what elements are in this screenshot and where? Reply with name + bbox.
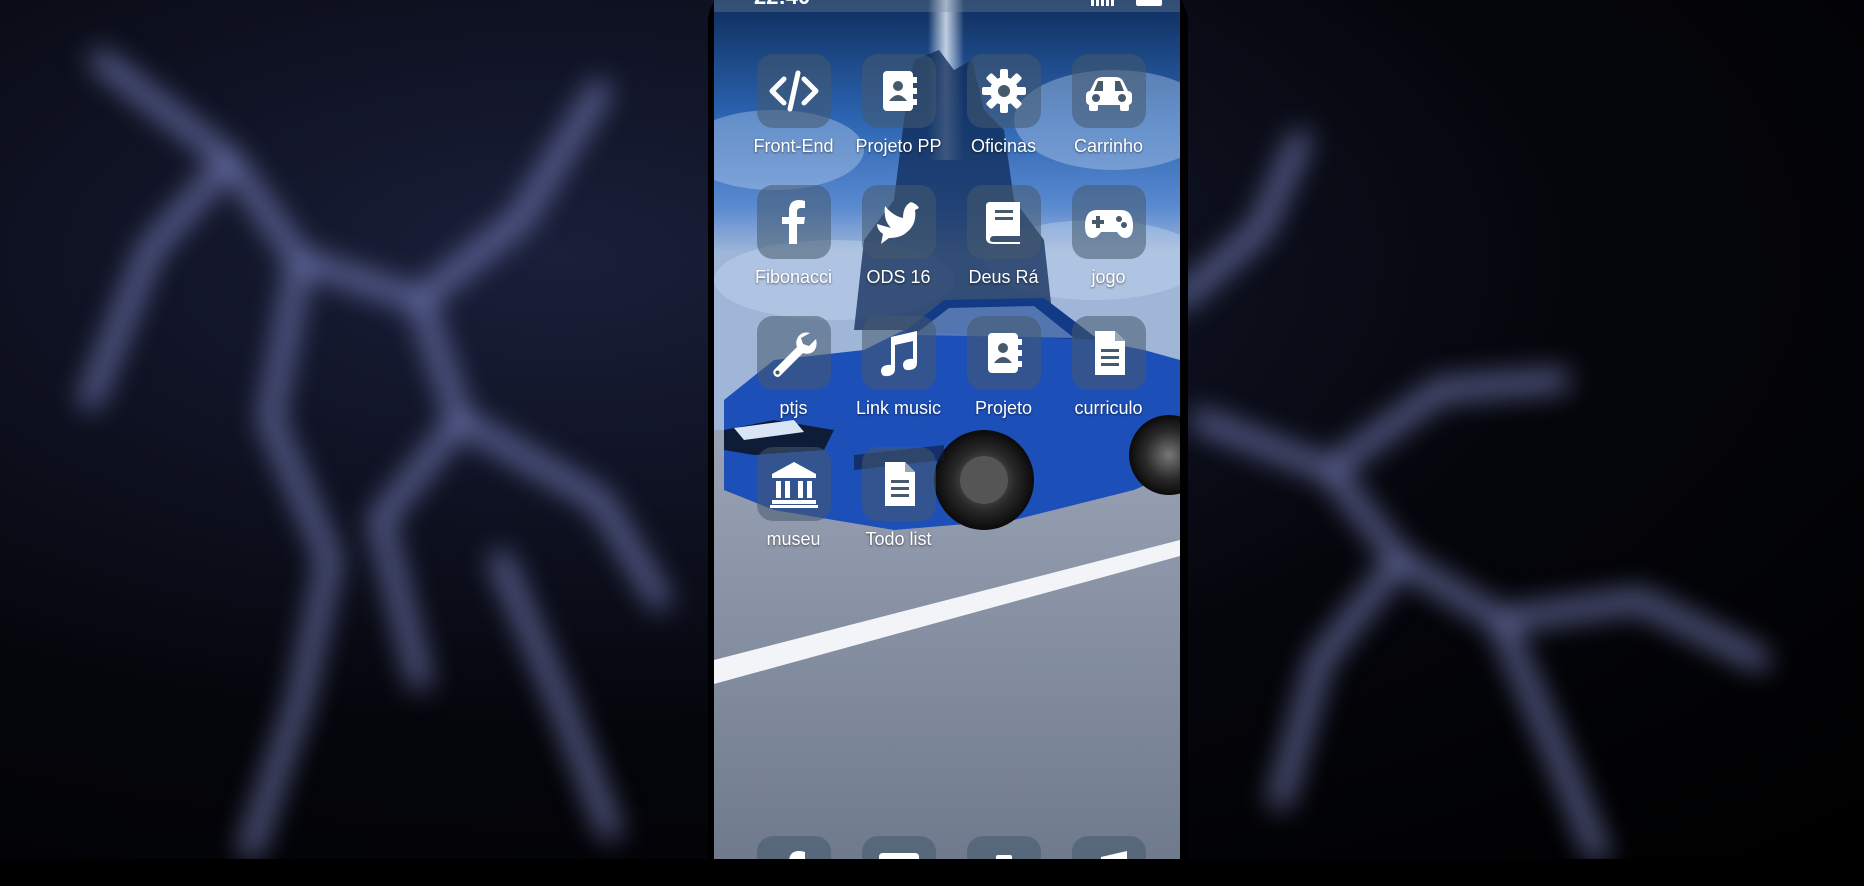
status-time: 22:40 bbox=[754, 0, 810, 8]
app-tile[interactable] bbox=[756, 54, 831, 128]
app-label: Projeto bbox=[974, 398, 1033, 418]
app-label: museu bbox=[766, 529, 821, 549]
status-bar: 22:40 bbox=[714, 0, 1180, 12]
status-icons bbox=[1091, 0, 1162, 6]
dock-tile[interactable] bbox=[861, 836, 936, 859]
facebook-icon bbox=[788, 851, 805, 859]
app-link-music[interactable]: Link music bbox=[846, 316, 951, 447]
app-front-end[interactable]: Front-End bbox=[741, 54, 846, 185]
document-icon bbox=[1094, 331, 1125, 375]
camera-icon bbox=[995, 855, 1012, 859]
phone-screen: 22:40 Front-End Projeto PP Oficinas Carrinh… bbox=[714, 0, 1180, 859]
app-label: Oficinas bbox=[970, 136, 1037, 156]
document-icon bbox=[884, 462, 915, 506]
signal-icon bbox=[1091, 0, 1114, 6]
battery-icon bbox=[1136, 0, 1162, 6]
gear-icon bbox=[981, 69, 1026, 113]
app-tile[interactable] bbox=[861, 54, 936, 128]
app-tile[interactable] bbox=[756, 185, 831, 259]
app-tile[interactable] bbox=[1071, 185, 1146, 259]
car-icon bbox=[1085, 77, 1132, 111]
app-tile[interactable] bbox=[966, 54, 1041, 128]
wrench-icon bbox=[772, 332, 817, 377]
app-fibonacci[interactable]: Fibonacci bbox=[741, 185, 846, 316]
app-tile[interactable] bbox=[861, 447, 936, 521]
notification-dot-icon bbox=[1122, 0, 1128, 6]
app-label: Carrinho bbox=[1073, 136, 1144, 156]
app-label: Link music bbox=[855, 398, 942, 418]
contact-book-icon bbox=[882, 71, 917, 111]
chat-icon bbox=[878, 853, 919, 859]
app-ods-16[interactable]: ODS 16 bbox=[846, 185, 951, 316]
app-curriculo[interactable]: curriculo bbox=[1056, 316, 1161, 447]
gamepad-icon bbox=[1084, 210, 1133, 238]
facebook-icon bbox=[781, 200, 805, 244]
dock-item[interactable] bbox=[741, 836, 846, 859]
app-tile[interactable] bbox=[756, 316, 831, 390]
book-icon bbox=[985, 202, 1020, 244]
app-tile[interactable] bbox=[1071, 316, 1146, 390]
dock-item[interactable] bbox=[1056, 836, 1161, 859]
code-icon bbox=[769, 70, 818, 112]
dove-icon bbox=[876, 202, 919, 244]
app-tile[interactable] bbox=[756, 447, 831, 521]
app-label: ODS 16 bbox=[866, 267, 931, 287]
app-tile[interactable] bbox=[861, 316, 936, 390]
dock-tile[interactable] bbox=[966, 836, 1041, 859]
app-label: Projeto PP bbox=[855, 136, 942, 156]
app-deus-r[interactable]: Deus Rá bbox=[951, 185, 1056, 316]
app-tile[interactable] bbox=[966, 185, 1041, 259]
app-label: Deus Rá bbox=[968, 267, 1039, 287]
app-oficinas[interactable]: Oficinas bbox=[951, 54, 1056, 185]
app-grid: Front-End Projeto PP Oficinas Carrinho Fibon… bbox=[741, 54, 1161, 578]
app-label: curriculo bbox=[1074, 398, 1143, 418]
app-label: ptjs bbox=[779, 398, 808, 418]
app-label: Front-End bbox=[753, 136, 834, 156]
dock-tile[interactable] bbox=[1071, 836, 1146, 859]
app-projeto-pp[interactable]: Projeto PP bbox=[846, 54, 951, 185]
app-label: Fibonacci bbox=[754, 267, 833, 287]
app-ptjs[interactable]: ptjs bbox=[741, 316, 846, 447]
dock-tile[interactable] bbox=[756, 836, 831, 859]
app-museu[interactable]: museu bbox=[741, 447, 846, 578]
app-tile[interactable] bbox=[966, 316, 1041, 390]
contact-book-icon bbox=[987, 333, 1022, 373]
app-label: jogo bbox=[1091, 267, 1126, 287]
music-note-icon bbox=[880, 331, 917, 377]
app-tile[interactable] bbox=[1071, 54, 1146, 128]
app-tile[interactable] bbox=[861, 185, 936, 259]
museum-icon bbox=[769, 462, 818, 508]
dock bbox=[741, 836, 1161, 859]
music-note-icon bbox=[1100, 851, 1127, 859]
app-projeto[interactable]: Projeto bbox=[951, 316, 1056, 447]
dock-item[interactable] bbox=[846, 836, 951, 859]
app-carrinho[interactable]: Carrinho bbox=[1056, 54, 1161, 185]
app-todo-list[interactable]: Todo list bbox=[846, 447, 951, 578]
app-label: Todo list bbox=[865, 529, 932, 549]
dock-item[interactable] bbox=[951, 836, 1056, 859]
app-jogo[interactable]: jogo bbox=[1056, 185, 1161, 316]
